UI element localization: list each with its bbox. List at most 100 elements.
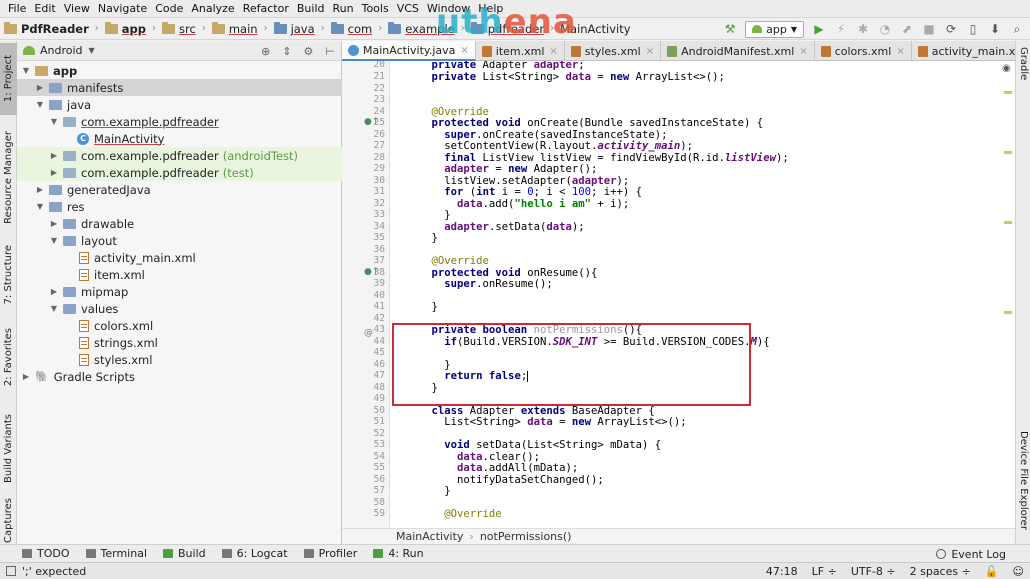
tab-favorites[interactable]: 2: Favorites (0, 321, 17, 393)
hide-icon[interactable]: ⊢ (325, 45, 335, 58)
close-icon[interactable]: × (460, 45, 468, 56)
tree-item-item-xml[interactable]: item.xml (17, 266, 342, 283)
sync-icon[interactable]: ⟳ (944, 22, 958, 36)
chevron-right-icon[interactable]: ▶ (49, 151, 59, 160)
tree-item-java[interactable]: ▼ java (17, 96, 342, 113)
eye-icon[interactable]: ◉ (1002, 63, 1011, 74)
run-configuration-select[interactable]: app ▼ (745, 20, 804, 38)
avd-manager-icon[interactable]: ▯ (966, 22, 980, 36)
crumb-class[interactable]: MainActivity (396, 530, 463, 543)
menu-tools[interactable]: Tools (358, 2, 393, 15)
chevron-down-icon[interactable]: ▼ (49, 117, 59, 126)
tab-gradle[interactable]: Gradle (1016, 47, 1030, 107)
chevron-right-icon[interactable]: ▶ (49, 219, 59, 228)
menu-view[interactable]: View (60, 2, 94, 15)
tab-activity-main-xml[interactable]: activity_main.xml × (912, 41, 1030, 61)
tool-event-log[interactable]: Event Log (936, 545, 1006, 563)
tab-resource-manager[interactable]: Resource Manager (0, 123, 17, 231)
close-icon[interactable]: × (549, 46, 557, 57)
tab-captures[interactable]: Captures (0, 497, 17, 544)
attach-debugger-icon[interactable]: ⬈ (900, 22, 914, 36)
menu-run[interactable]: Run (329, 2, 358, 15)
close-icon[interactable]: × (646, 46, 654, 57)
tree-item-package-main[interactable]: ▼ com.example.pdfreader (17, 113, 342, 130)
code-editor[interactable]: 20 21 22 23 24 25 26 27 28 29 30 31 32 3… (342, 61, 1015, 528)
debug-icon[interactable]: ✱ (856, 22, 870, 36)
tree-item-colors-xml[interactable]: colors.xml (17, 317, 342, 334)
chevron-down-icon[interactable]: ▼ (89, 46, 95, 55)
tree-item-generatedjava[interactable]: ▶ generatedJava (17, 181, 342, 198)
breadcrumb-app[interactable]: app (122, 22, 146, 36)
override-marker-icon[interactable]: ●↑ (364, 117, 379, 127)
tool-todo[interactable]: TODO (22, 547, 70, 560)
profile-icon[interactable]: ◔ (878, 22, 892, 36)
stop-icon[interactable]: ■ (922, 22, 936, 36)
chevron-down-icon[interactable]: ▼ (35, 202, 45, 211)
file-encoding[interactable]: UTF-8 ÷ (851, 565, 896, 578)
inspector-icon[interactable]: ☺ (1013, 565, 1024, 578)
locate-icon[interactable]: ⊕ (261, 45, 270, 58)
lock-icon[interactable]: 🔓 (985, 565, 999, 578)
tool-run[interactable]: 4: Run (373, 547, 424, 560)
tree-item-mipmap[interactable]: ▶ mipmap (17, 283, 342, 300)
menu-file[interactable]: File (4, 2, 30, 15)
tool-profiler[interactable]: Profiler (303, 547, 357, 560)
chevron-down-icon[interactable]: ▼ (21, 66, 31, 75)
indent-setting[interactable]: 2 spaces ÷ (910, 565, 971, 578)
tree-item-app[interactable]: ▼ app (17, 62, 342, 79)
tree-item-gradle-scripts[interactable]: ▶ 🐘 Gradle Scripts (17, 368, 342, 385)
tab-build-variants[interactable]: Build Variants (0, 407, 17, 489)
tab-structure[interactable]: 7: Structure (0, 237, 17, 313)
crumb-method[interactable]: notPermissions() (480, 530, 572, 543)
tree-item-values[interactable]: ▼ values (17, 300, 342, 317)
breadcrumb-java[interactable]: java (291, 22, 315, 36)
tree-item-res[interactable]: ▼ res (17, 198, 342, 215)
tree-item-layout[interactable]: ▼ layout (17, 232, 342, 249)
tab-androidmanifest-xml[interactable]: AndroidManifest.xml × (661, 41, 815, 61)
tab-mainactivity-java[interactable]: MainActivity.java × (342, 41, 476, 61)
menu-navigate[interactable]: Navigate (94, 2, 151, 15)
menu-refactor[interactable]: Refactor (239, 2, 293, 15)
menu-analyze[interactable]: Analyze (187, 2, 238, 15)
chevron-down-icon[interactable]: ▼ (35, 100, 45, 109)
tree-item-package-test[interactable]: ▶ com.example.pdfreader (test) (17, 164, 342, 181)
tool-build[interactable]: Build (163, 547, 206, 560)
tab-item-xml[interactable]: item.xml × (476, 41, 565, 61)
project-view-select[interactable]: Android (40, 44, 83, 57)
tree-item-drawable[interactable]: ▶ drawable (17, 215, 342, 232)
chevron-right-icon[interactable]: ▶ (21, 372, 31, 381)
chevron-right-icon[interactable]: ▶ (35, 83, 45, 92)
caret-position[interactable]: 47:18 (766, 565, 798, 578)
close-icon[interactable]: × (799, 46, 807, 57)
chevron-right-icon[interactable]: ▶ (49, 287, 59, 296)
collapse-all-icon[interactable]: ⇕ (282, 45, 291, 58)
tool-windows-icon[interactable] (6, 566, 16, 576)
breadcrumb-com[interactable]: com (348, 22, 373, 36)
tree-item-package-androidtest[interactable]: ▶ com.example.pdfreader (androidTest) (17, 147, 342, 164)
tree-item-activity-main-xml[interactable]: activity_main.xml (17, 249, 342, 266)
tab-styles-xml[interactable]: styles.xml × (565, 41, 662, 61)
breadcrumb-main[interactable]: main (229, 22, 258, 36)
chevron-down-icon[interactable]: ▼ (49, 304, 59, 313)
menu-vcs[interactable]: VCS (393, 2, 423, 15)
tool-logcat[interactable]: 6: Logcat (221, 547, 288, 560)
sdk-manager-icon[interactable]: ⬇ (988, 22, 1002, 36)
editor-scrollbar[interactable]: ◉ (1000, 61, 1015, 528)
tree-item-strings-xml[interactable]: strings.xml (17, 334, 342, 351)
close-icon[interactable]: × (896, 46, 904, 57)
tree-item-styles-xml[interactable]: styles.xml (17, 351, 342, 368)
gear-icon[interactable]: ⚙ (304, 45, 314, 58)
chevron-right-icon[interactable]: ▶ (49, 168, 59, 177)
hammer-icon[interactable]: ⚒ (723, 22, 737, 36)
tab-project[interactable]: 1: Project (0, 43, 17, 115)
run-icon[interactable]: ▶ (812, 22, 826, 36)
override-marker-icon[interactable]: ●↑ (364, 267, 379, 277)
menu-code[interactable]: Code (151, 2, 187, 15)
breadcrumb-project[interactable]: PdfReader (21, 22, 89, 36)
tool-terminal[interactable]: Terminal (85, 547, 147, 560)
menu-edit[interactable]: Edit (30, 2, 59, 15)
chevron-right-icon[interactable]: ▶ (35, 185, 45, 194)
tree-item-manifests[interactable]: ▶ manifests (17, 79, 342, 96)
apply-changes-icon[interactable]: ⚡ (834, 22, 848, 36)
tree-item-mainactivity[interactable]: C MainActivity (17, 130, 342, 147)
